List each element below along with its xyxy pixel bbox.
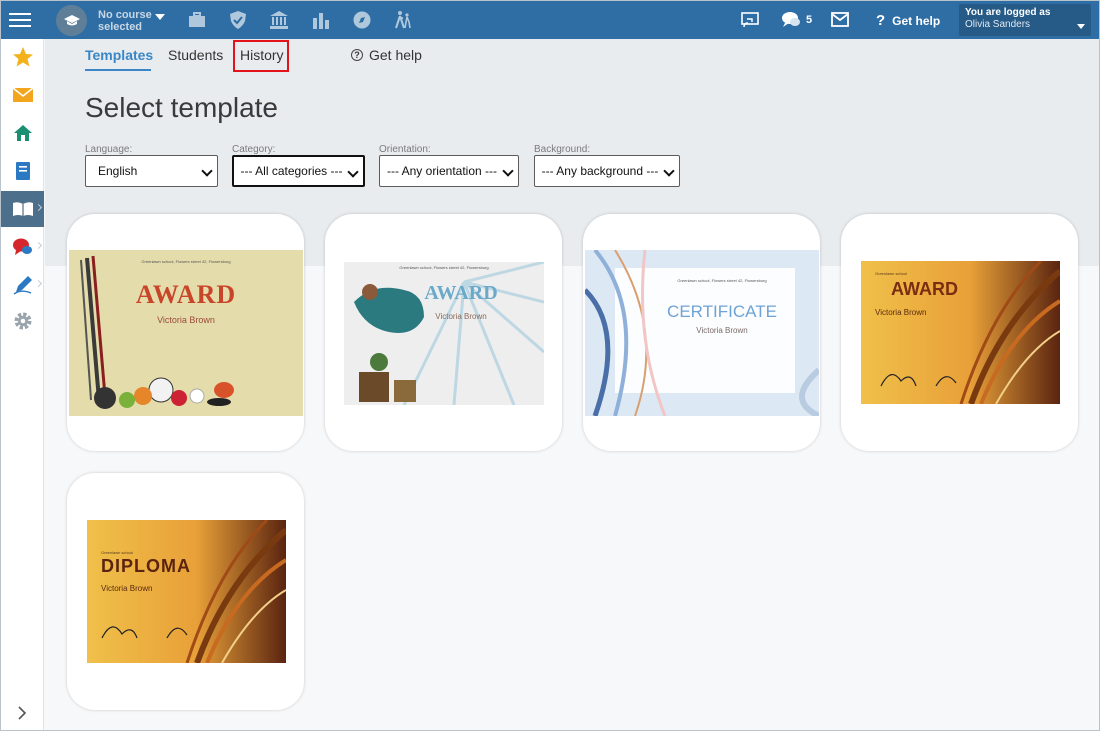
template-card[interactable]: Greenlawn school, Flowers street 42, Flo… bbox=[583, 214, 820, 451]
shield-icon[interactable] bbox=[228, 10, 248, 30]
chevron-down-icon bbox=[347, 166, 359, 178]
chevron-right-icon[interactable] bbox=[14, 705, 30, 721]
card-heading: CERTIFICATE bbox=[667, 302, 777, 321]
question-icon: ? bbox=[876, 12, 886, 29]
sidebar-item-write[interactable] bbox=[1, 267, 44, 303]
background-label: Background: bbox=[534, 144, 591, 155]
user-menu[interactable]: You are logged as Olivia Sanders bbox=[959, 4, 1091, 36]
open-book-icon bbox=[12, 202, 33, 216]
orientation-label: Orientation: bbox=[379, 144, 431, 155]
chat-bubbles-icon[interactable] bbox=[781, 10, 801, 30]
template-thumbnail: Greenlawn school, Flowers street 42, Flo… bbox=[69, 250, 303, 416]
template-thumbnail: Greenlawn school, Flowers street 42, Flo… bbox=[585, 250, 819, 416]
chevron-down-icon bbox=[502, 165, 514, 177]
login-label: You are logged as bbox=[965, 7, 1051, 18]
tab-students[interactable]: Students bbox=[168, 47, 223, 63]
card-name: Victoria Brown bbox=[875, 308, 927, 317]
card-name: Victoria Brown bbox=[696, 326, 748, 335]
page-title: Select template bbox=[85, 92, 278, 123]
sidebar bbox=[1, 39, 44, 730]
template-thumbnail: Greenlawn school AWARD Victoria Brown bbox=[861, 261, 1060, 404]
sidebar-item-favorites[interactable] bbox=[1, 39, 44, 75]
top-bar: No course selected 5 ? Get help You are … bbox=[1, 1, 1099, 39]
get-help-label: Get help bbox=[892, 13, 941, 28]
help-circle-icon: ? bbox=[351, 49, 363, 61]
language-label: Language: bbox=[85, 144, 133, 155]
chevron-right-icon bbox=[34, 279, 43, 288]
card-heading: AWARD bbox=[135, 280, 237, 309]
chevron-down-icon bbox=[663, 165, 675, 177]
chevron-right-icon bbox=[34, 203, 43, 212]
category-label: Category: bbox=[232, 144, 276, 155]
template-card[interactable]: Greenlawn school AWARD Victoria Brown bbox=[841, 214, 1078, 451]
graduation-cap-icon bbox=[63, 14, 80, 25]
card-school: Greenlawn school, Flowers street 42, Flo… bbox=[141, 259, 231, 264]
card-heading: AWARD bbox=[424, 282, 498, 304]
chevron-down-icon[interactable] bbox=[155, 14, 165, 20]
star-icon bbox=[12, 47, 33, 67]
card-name: Victoria Brown bbox=[101, 584, 153, 593]
template-thumbnail: Greenlawn school, Flowers street 42, Flo… bbox=[344, 262, 544, 405]
chevron-right-icon bbox=[34, 241, 43, 250]
pen-icon bbox=[13, 276, 32, 295]
card-school: Greenlawn school, Flowers street 42, Flo… bbox=[677, 278, 767, 283]
institution-icon[interactable] bbox=[269, 10, 289, 30]
category-value: --- All categories --- bbox=[240, 164, 343, 178]
template-card[interactable]: Greenlawn school, Flowers street 42, Flo… bbox=[325, 214, 562, 451]
app-window: No course selected 5 ? Get help You are … bbox=[0, 0, 1100, 731]
tab-templates[interactable]: Templates bbox=[85, 47, 153, 63]
chevron-down-icon bbox=[201, 165, 213, 177]
envelope-icon bbox=[12, 87, 33, 102]
card-heading: DIPLOMA bbox=[101, 556, 191, 576]
user-name: Olivia Sanders bbox=[965, 19, 1031, 30]
sidebar-item-messages[interactable] bbox=[1, 77, 44, 113]
course-line2: selected bbox=[98, 21, 143, 33]
card-heading: AWARD bbox=[891, 279, 958, 299]
get-help-label: Get help bbox=[369, 47, 422, 63]
bar-chart-icon[interactable] bbox=[311, 10, 331, 30]
template-card[interactable]: Greenlawn school DIPLOMA Victoria Brown bbox=[67, 473, 304, 710]
menu-icon[interactable] bbox=[9, 10, 31, 30]
category-select[interactable]: --- All categories --- bbox=[232, 155, 365, 187]
compass-icon[interactable] bbox=[352, 10, 372, 30]
card-school: Greenlawn school bbox=[101, 550, 134, 555]
card-school: Greenlawn school, Flowers street 42, Flo… bbox=[399, 265, 489, 270]
card-name: Victoria Brown bbox=[157, 315, 215, 325]
sidebar-item-settings[interactable] bbox=[1, 303, 44, 339]
home-icon bbox=[13, 125, 32, 141]
course-line1: No course bbox=[98, 9, 152, 21]
chat-count-badge: 5 bbox=[806, 14, 813, 26]
get-help-link[interactable]: ? Get help bbox=[351, 47, 422, 63]
language-value: English bbox=[98, 164, 138, 178]
mail-icon[interactable] bbox=[831, 12, 849, 27]
template-thumbnail: Greenlawn school DIPLOMA Victoria Brown bbox=[87, 520, 286, 663]
sports-equipment-image bbox=[80, 255, 234, 409]
sidebar-item-notebook[interactable] bbox=[1, 153, 44, 189]
chevron-down-icon bbox=[1077, 24, 1085, 29]
background-select[interactable]: --- Any background --- bbox=[534, 155, 680, 187]
sidebar-item-home[interactable] bbox=[1, 115, 44, 151]
active-tab-indicator bbox=[85, 69, 151, 71]
orientation-select[interactable]: --- Any orientation --- bbox=[379, 155, 519, 187]
gear-icon bbox=[14, 312, 31, 330]
card-school: Greenlawn school bbox=[875, 271, 908, 276]
course-avatar[interactable] bbox=[56, 5, 87, 36]
walking-people-icon[interactable] bbox=[393, 10, 413, 30]
briefcase-icon[interactable] bbox=[187, 10, 207, 30]
notebook-icon bbox=[15, 162, 30, 180]
cast-screen-icon[interactable] bbox=[741, 11, 759, 29]
sidebar-item-discussions[interactable] bbox=[1, 229, 44, 265]
speech-bubbles-icon bbox=[12, 238, 32, 255]
sidebar-item-library[interactable] bbox=[1, 191, 44, 227]
course-selector[interactable]: No course selected bbox=[98, 9, 152, 33]
history-highlight-box bbox=[233, 40, 289, 72]
orientation-value: --- Any orientation --- bbox=[386, 164, 498, 178]
card-name: Victoria Brown bbox=[435, 312, 487, 321]
get-help-link[interactable]: ? Get help bbox=[876, 12, 940, 29]
background-value: --- Any background --- bbox=[541, 164, 659, 178]
template-card[interactable]: Greenlawn school, Flowers street 42, Flo… bbox=[67, 214, 304, 451]
language-select[interactable]: English bbox=[85, 155, 218, 187]
